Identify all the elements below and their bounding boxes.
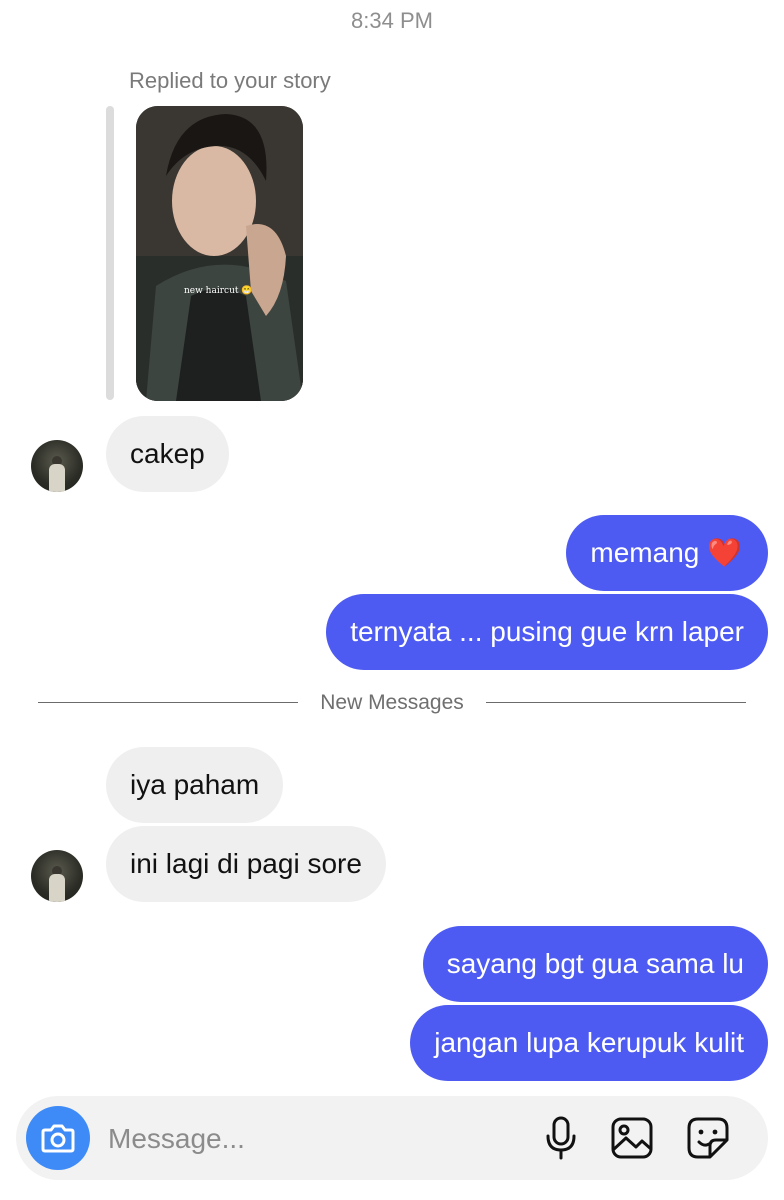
message-timestamp: 8:34 PM: [351, 8, 433, 33]
story-thumbnail[interactable]: new haircut 😁: [136, 106, 303, 401]
outgoing-message-bubble[interactable]: memang ❤️: [566, 515, 768, 591]
new-messages-divider-label: New Messages: [320, 691, 464, 714]
camera-icon: [41, 1124, 75, 1153]
outgoing-message-bubble[interactable]: ternyata ... pusing gue krn laper: [326, 594, 768, 670]
message-text: sayang bgt gua sama lu: [446, 948, 744, 979]
sticker-icon: [687, 1117, 729, 1159]
message-text: ternyata ... pusing gue krn laper: [350, 616, 744, 647]
divider-line-right: [486, 702, 746, 703]
incoming-message-bubble[interactable]: iya paham: [106, 747, 284, 823]
sticker-button[interactable]: [684, 1114, 732, 1162]
message-input[interactable]: [106, 1120, 510, 1158]
story-caption: new haircut 😁: [184, 286, 253, 296]
replied-to-story-label: Replied to your story: [129, 68, 331, 93]
message-text: memang ❤️: [590, 537, 742, 568]
camera-button[interactable]: [26, 1106, 90, 1170]
divider-line-left: [38, 702, 298, 703]
contact-avatar[interactable]: [31, 440, 83, 492]
gallery-icon: [611, 1117, 653, 1159]
gallery-button[interactable]: [608, 1114, 656, 1162]
outgoing-message-bubble[interactable]: sayang bgt gua sama lu: [422, 926, 768, 1002]
incoming-message-bubble[interactable]: cakep: [106, 416, 229, 492]
story-photo: [136, 106, 303, 401]
reply-indicator-bar: [106, 106, 114, 400]
message-text: iya paham: [130, 769, 260, 800]
message-text: cakep: [130, 438, 205, 469]
outgoing-message-bubble[interactable]: jangan lupa kerupuk kulit: [410, 1005, 768, 1081]
microphone-button[interactable]: [537, 1114, 585, 1162]
incoming-message-bubble[interactable]: ini lagi di pagi sore: [106, 826, 386, 902]
message-text: ini lagi di pagi sore: [130, 848, 362, 879]
contact-avatar[interactable]: [31, 850, 83, 902]
microphone-icon: [546, 1116, 576, 1160]
message-text: jangan lupa kerupuk kulit: [434, 1027, 744, 1058]
